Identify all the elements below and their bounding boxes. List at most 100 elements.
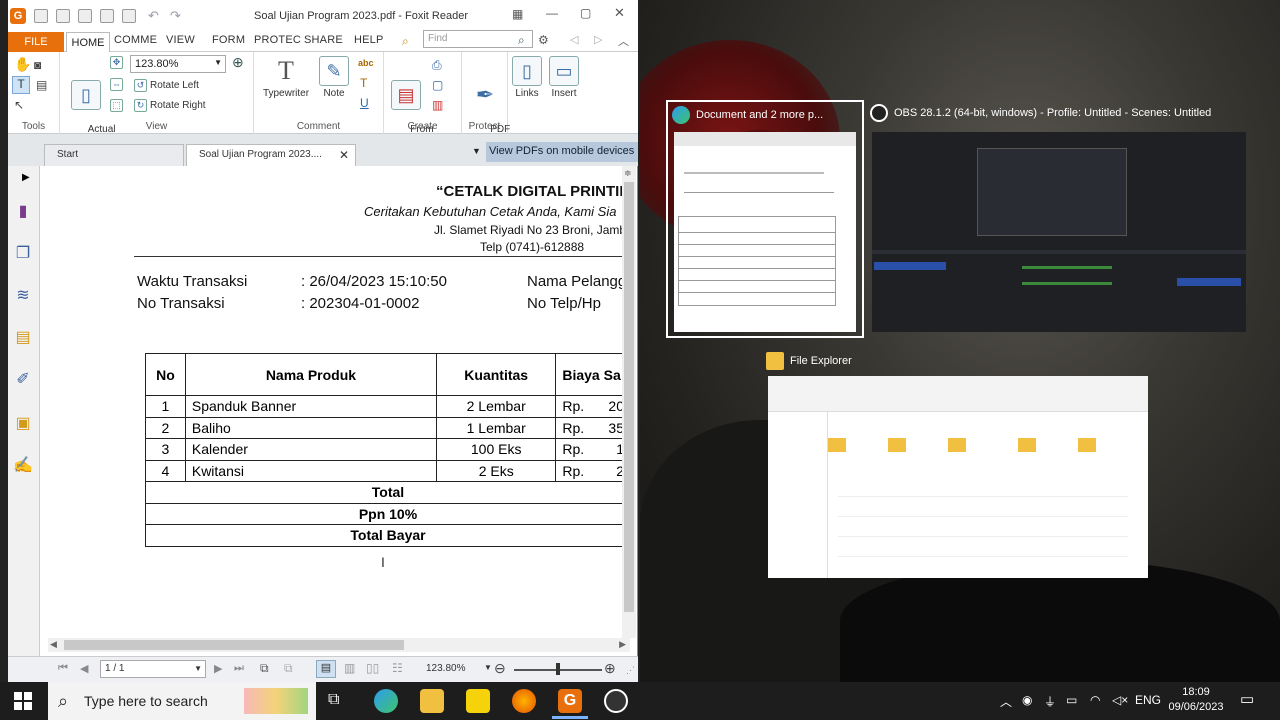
facing-icon[interactable]: ▯▯	[366, 661, 379, 675]
tab-document[interactable]: Soal Ujian Program 2023.... ✕	[186, 144, 356, 166]
underline-icon[interactable]: U	[360, 96, 369, 110]
resize-grip-icon[interactable]: ⋰	[626, 665, 635, 676]
properties-icon[interactable]	[100, 9, 114, 23]
close-tab-icon[interactable]: ✕	[339, 148, 349, 162]
next-view-icon[interactable]: ⧉	[284, 661, 293, 676]
prev-arrow-icon[interactable]: ◁	[570, 33, 578, 46]
ribbon-options-icon[interactable]: ▦	[512, 7, 523, 21]
tab-form[interactable]: FORM	[212, 34, 245, 46]
zoom-slider-thumb[interactable]	[556, 663, 560, 675]
edge-icon[interactable]	[374, 689, 398, 713]
file-explorer-icon[interactable]	[420, 689, 444, 713]
scroll-thumb[interactable]	[624, 182, 634, 612]
scroll-left-icon[interactable]: ◀	[50, 639, 57, 650]
select-annotation-icon[interactable]: ↖	[14, 98, 24, 112]
wifi-icon[interactable]: ◠	[1090, 693, 1100, 707]
typewriter-button[interactable]: T Typewriter	[258, 56, 314, 100]
attachment-icon[interactable]: ✐	[12, 368, 34, 390]
tab-help[interactable]: HELP	[354, 34, 384, 46]
tab-file[interactable]: FILE	[8, 32, 64, 52]
scroll-thumb[interactable]	[64, 640, 404, 650]
blank-page-icon[interactable]: ▢	[432, 78, 443, 92]
hand-tool-icon[interactable]: ✋	[14, 56, 31, 73]
bookmark-icon[interactable]: ▮	[12, 200, 34, 222]
last-page-icon[interactable]: ⏭	[234, 662, 244, 675]
scan-icon[interactable]: ⎙	[432, 58, 442, 73]
clipboard-icon[interactable]: ▤	[36, 78, 47, 92]
volume-icon[interactable]: ◁×	[1112, 693, 1128, 707]
search-icon[interactable]: ⌕	[518, 33, 525, 48]
tray-overflow-icon[interactable]: ︿	[1000, 693, 1012, 710]
page-number-input[interactable]: 1 / 1 ▼	[100, 660, 206, 678]
print-icon[interactable]	[78, 9, 92, 23]
clipboard-create-icon[interactable]: ▥	[432, 98, 443, 112]
sticky-notes-icon[interactable]	[466, 689, 490, 713]
taskview-explorer-card[interactable]: File Explorer	[766, 348, 1150, 580]
zoom-out-icon[interactable]: ⊖	[494, 660, 506, 677]
open-icon[interactable]	[34, 9, 48, 23]
mobile-promo-link[interactable]: View PDFs on mobile devices	[486, 142, 638, 162]
fit-visible-icon[interactable]: ⬚	[110, 99, 126, 112]
taskview-obs-card[interactable]: OBS 28.1.2 (64-bit, windows) - Profile: …	[870, 100, 1248, 332]
usb-icon[interactable]: ⏚	[1044, 693, 1056, 710]
links-button[interactable]: ▯ Links	[510, 56, 544, 100]
chevron-down-icon[interactable]: ▼	[472, 146, 481, 156]
tab-home[interactable]: HOME	[66, 32, 110, 52]
task-view-icon[interactable]: ⧉	[328, 691, 339, 709]
undo-icon[interactable]: ↶	[148, 8, 159, 24]
select-text-icon[interactable]: T	[12, 76, 30, 94]
highlight-icon[interactable]: abc	[358, 58, 374, 68]
next-page-icon[interactable]: ▶	[214, 662, 222, 675]
battery-icon[interactable]: ▭	[1066, 693, 1077, 707]
find-input[interactable]: Find	[423, 30, 533, 48]
language-indicator[interactable]: ENG	[1135, 693, 1161, 707]
single-page-icon[interactable]: ▤	[316, 660, 336, 678]
close-button[interactable]: ✕	[614, 5, 625, 21]
vertical-scrollbar[interactable]: ≑	[622, 166, 636, 638]
fit-width-icon[interactable]: ⇔	[110, 78, 126, 91]
microphone-icon[interactable]: ◉	[1022, 693, 1032, 707]
next-arrow-icon[interactable]: ▷	[594, 33, 602, 46]
split-icon[interactable]: ≑	[624, 168, 632, 179]
collapse-ribbon-icon[interactable]: ︿	[618, 33, 629, 49]
continuous-icon[interactable]: ▥	[344, 661, 355, 675]
chevron-down-icon[interactable]: ▼	[484, 663, 492, 672]
tab-protect[interactable]: PROTEC	[254, 34, 301, 46]
layers-icon[interactable]: ≋	[12, 284, 34, 306]
clock[interactable]: 18:09 09/06/2023	[1166, 686, 1226, 713]
foxit-icon[interactable]: G	[558, 689, 582, 713]
signature-icon[interactable]: ✍	[12, 454, 34, 476]
settings-icon[interactable]: ⚙	[538, 33, 549, 47]
tab-view[interactable]: VIEW	[166, 34, 195, 46]
prev-page-icon[interactable]: ◀	[80, 662, 88, 675]
tab-share[interactable]: SHARE	[304, 34, 343, 46]
note-button[interactable]: ✎ Note	[316, 56, 352, 100]
strikeout-icon[interactable]: T	[360, 76, 367, 90]
zoom-select[interactable]: 123.80% ▼	[130, 55, 226, 73]
continuous-facing-icon[interactable]: ☷	[392, 661, 403, 675]
hand-icon[interactable]	[122, 9, 136, 23]
comments-icon[interactable]: ▤	[12, 326, 34, 348]
lock-icon[interactable]: ▣	[12, 412, 34, 434]
zoom-in-icon[interactable]: ⊕	[604, 660, 616, 677]
horizontal-scrollbar[interactable]: ◀ ▶	[48, 638, 630, 652]
tab-comment[interactable]: COMME	[114, 34, 157, 46]
maximize-button[interactable]: ▢	[580, 6, 591, 20]
windows-start-icon[interactable]	[14, 692, 32, 710]
snapshot-icon[interactable]: ◙	[34, 58, 41, 72]
insert-button[interactable]: ▭ Insert	[546, 56, 582, 100]
notification-icon[interactable]: ▭	[1240, 690, 1254, 708]
fit-icon[interactable]: ✥	[110, 56, 126, 69]
taskview-foxit-card[interactable]: Document and 2 more p...	[666, 100, 864, 338]
minimize-button[interactable]: —	[546, 6, 558, 20]
tab-start[interactable]: Start	[44, 144, 184, 166]
obs-icon[interactable]	[604, 689, 628, 713]
pages-icon[interactable]: ❐	[12, 242, 34, 264]
taskbar-search[interactable]: ⌕ Type here to search	[48, 682, 316, 720]
scroll-right-icon[interactable]: ▶	[619, 639, 626, 650]
expand-panel-icon[interactable]: ▶	[22, 172, 30, 183]
save-icon[interactable]	[56, 9, 70, 23]
redo-icon[interactable]: ↷	[170, 8, 181, 24]
rotate-right-button[interactable]: ↻ Rotate Right	[134, 99, 206, 112]
firefox-icon[interactable]	[512, 689, 536, 713]
